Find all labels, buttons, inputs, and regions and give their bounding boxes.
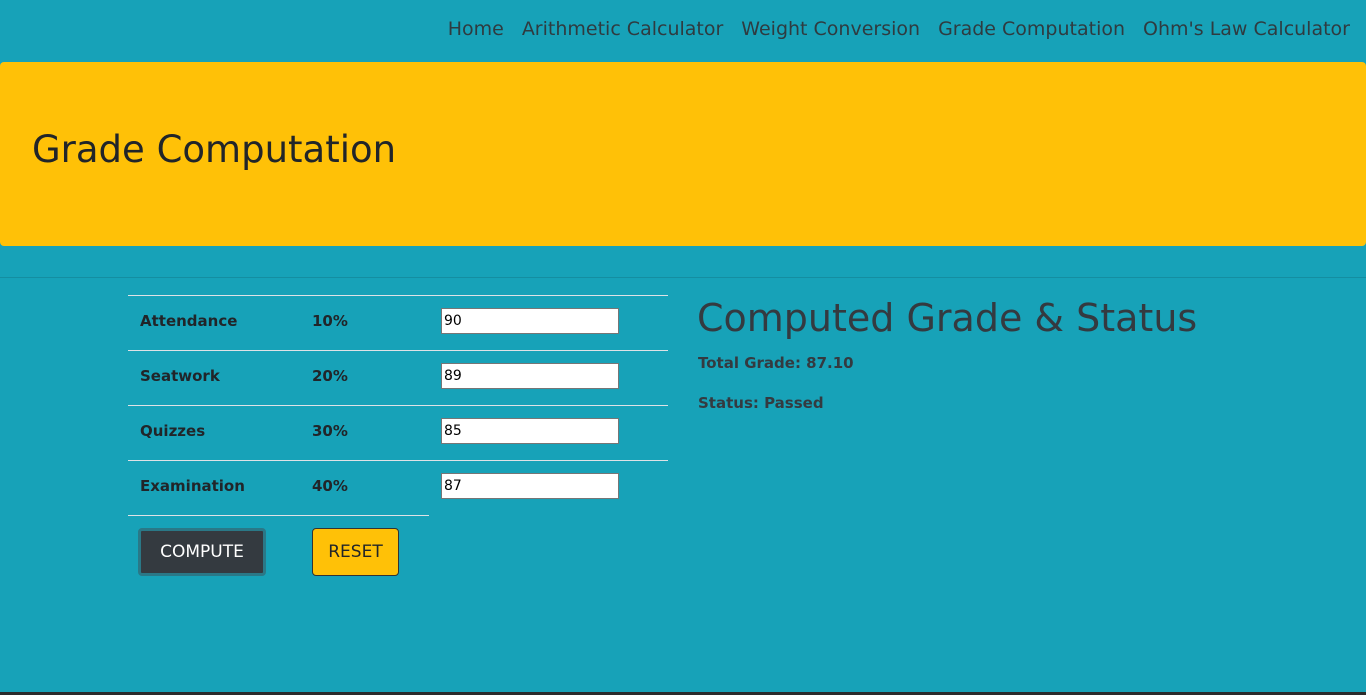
grade-table: Attendance 10% Seatwork 20% Quizzes 30% …: [128, 295, 668, 515]
button-row: COMPUTE RESET: [128, 515, 429, 586]
nav-link-arithmetic-calculator[interactable]: Arithmetic Calculator: [522, 18, 723, 40]
grade-row-seatwork: Seatwork 20%: [128, 350, 668, 405]
page-title: Grade Computation: [32, 128, 397, 171]
compute-button[interactable]: COMPUTE: [138, 528, 266, 576]
grade-row-examination: Examination 40%: [128, 460, 668, 515]
row-weight: 20%: [312, 367, 348, 385]
row-label: Quizzes: [140, 422, 206, 440]
row-weight: 30%: [312, 422, 348, 440]
grade-row-attendance: Attendance 10%: [128, 295, 668, 350]
seatwork-input[interactable]: [441, 363, 619, 389]
grade-row-quizzes: Quizzes 30%: [128, 405, 668, 460]
navbar: Home Arithmetic Calculator Weight Conver…: [0, 0, 1366, 62]
reset-button[interactable]: RESET: [312, 528, 399, 576]
row-label: Attendance: [140, 312, 238, 330]
total-grade-text: Total Grade: 87.10: [698, 354, 854, 372]
row-label: Examination: [140, 477, 245, 495]
section-divider: [0, 277, 1366, 278]
nav-link-weight-conversion[interactable]: Weight Conversion: [741, 18, 920, 40]
row-weight: 10%: [312, 312, 348, 330]
status-text: Status: Passed: [698, 394, 824, 412]
result-title: Computed Grade & Status: [697, 296, 1198, 340]
nav-links: Home Arithmetic Calculator Weight Conver…: [430, 18, 1350, 40]
row-weight: 40%: [312, 477, 348, 495]
attendance-input[interactable]: [441, 308, 619, 334]
nav-link-home[interactable]: Home: [448, 18, 504, 40]
nav-link-grade-computation[interactable]: Grade Computation: [938, 18, 1125, 40]
row-label: Seatwork: [140, 367, 220, 385]
nav-link-ohms-law-calculator[interactable]: Ohm's Law Calculator: [1143, 18, 1350, 40]
quizzes-input[interactable]: [441, 418, 619, 444]
examination-input[interactable]: [441, 473, 619, 499]
